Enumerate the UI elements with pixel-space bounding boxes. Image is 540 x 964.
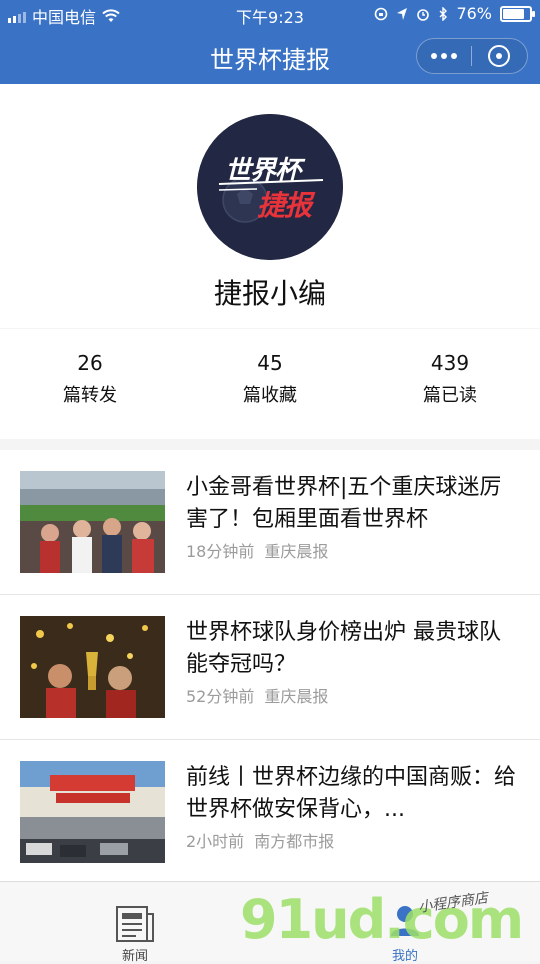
article-meta: 2小时前 南方都市报	[186, 828, 334, 852]
more-dot-icon	[431, 53, 437, 59]
tab-news-label: 新闻	[121, 949, 148, 964]
stat-label: 篇已读	[423, 385, 477, 406]
article-item[interactable]: 世界杯球队身价榜出炉 最贵球队能夺冠吗？ 52分钟前 重庆晨报	[0, 595, 540, 740]
alarm-icon	[417, 8, 430, 21]
avatar[interactable]: 世界杯 捷报	[197, 114, 343, 260]
rotation-lock-icon	[375, 7, 388, 20]
article-thumbnail	[20, 761, 165, 863]
stat-favorited[interactable]: 45 篇收藏	[180, 329, 360, 439]
close-button[interactable]	[472, 45, 526, 67]
article-source: 南方都市报	[254, 832, 335, 851]
article-meta: 18分钟前 重庆晨报	[186, 538, 328, 562]
logo-text-bottom: 捷报	[257, 189, 312, 222]
news-icon	[116, 906, 154, 942]
watermark: 91ud.com 小程序商店	[240, 886, 530, 956]
more-dot-icon	[441, 53, 447, 59]
location-icon	[397, 7, 408, 20]
article-source: 重庆晨报	[264, 542, 329, 561]
article-title: 小金哥看世界杯|五个重庆球迷厉害了！包厢里面看世界杯	[186, 475, 502, 532]
bluetooth-icon	[439, 6, 448, 21]
nav-bar: 世界杯捷报	[0, 28, 540, 84]
more-button[interactable]	[417, 53, 471, 59]
article-title: 前线丨世界杯边缘的中国商贩：给世界杯做安保背心，...	[186, 765, 517, 822]
article-title: 世界杯球队身价榜出炉 最贵球队能夺冠吗？	[186, 620, 501, 677]
article-meta: 52分钟前 重庆晨报	[186, 683, 328, 707]
close-icon	[488, 45, 510, 67]
stat-read[interactable]: 439 篇已读	[360, 329, 540, 439]
article-list: 小金哥看世界杯|五个重庆球迷厉害了！包厢里面看世界杯 18分钟前 重庆晨报 世界杯…	[0, 450, 540, 884]
article-time: 52分钟前	[186, 687, 255, 706]
miniprogram-capsule	[416, 38, 528, 74]
stat-forwarded[interactable]: 26 篇转发	[0, 329, 180, 439]
article-time: 2小时前	[186, 832, 245, 851]
more-dot-icon	[451, 53, 457, 59]
profile-section: 世界杯 捷报 捷报小编	[0, 84, 540, 328]
stat-value: 26	[77, 351, 103, 375]
article-source: 重庆晨报	[264, 687, 329, 706]
stat-value: 45	[257, 351, 283, 375]
tab-news[interactable]: 新闻	[75, 882, 195, 964]
stats-bar: 26 篇转发 45 篇收藏 439 篇已读	[0, 329, 540, 439]
stat-label: 篇收藏	[243, 385, 297, 406]
battery-icon	[500, 5, 535, 22]
stat-label: 篇转发	[63, 385, 117, 406]
stat-value: 439	[430, 351, 470, 375]
article-time: 18分钟前	[186, 542, 255, 561]
article-item[interactable]: 前线丨世界杯边缘的中国商贩：给世界杯做安保背心，... 2小时前 南方都市报	[0, 740, 540, 884]
user-name: 捷报小编	[213, 277, 326, 310]
article-thumbnail	[20, 616, 165, 718]
battery-percent: 76%	[456, 4, 492, 23]
article-item[interactable]: 小金哥看世界杯|五个重庆球迷厉害了！包厢里面看世界杯 18分钟前 重庆晨报	[0, 450, 540, 595]
logo-text-top: 世界杯	[225, 156, 301, 186]
article-thumbnail	[20, 471, 165, 573]
status-bar: 中国电信 下午9:23 76%	[0, 0, 540, 28]
